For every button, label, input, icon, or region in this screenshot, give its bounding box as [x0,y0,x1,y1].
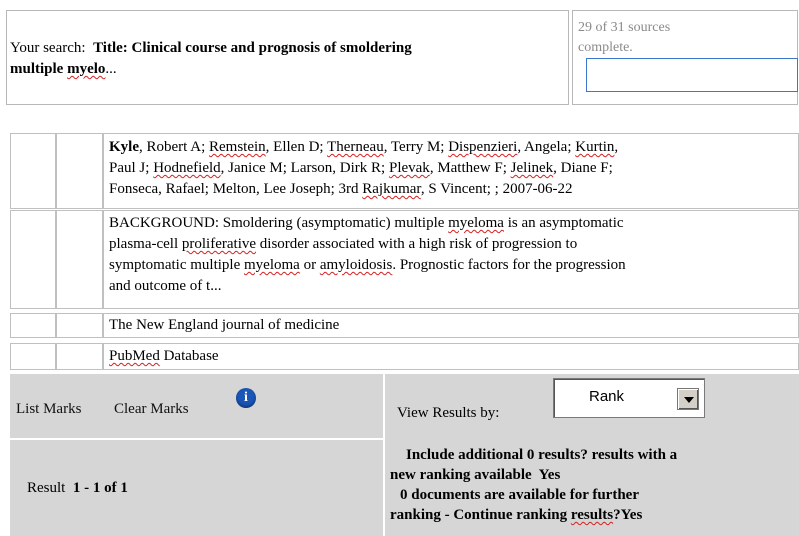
include-results-line: Include additional 0 results? results wi… [390,445,795,465]
author-name: Rajkumar [362,181,421,197]
author-name: Jelinek [510,160,554,176]
continue-ranking-word: results [570,507,614,523]
search-query-word-misspelled: myelo [67,61,106,77]
row-checkbox-cell[interactable] [56,210,103,309]
continue-ranking-text: 0 documents are available for further [400,487,639,503]
abstract-word: amyloidosis [319,257,393,273]
row-checkbox-cell[interactable] [56,343,103,370]
clear-marks-link[interactable]: Clear Marks [114,401,189,418]
abstract-text: is an asymptomatic [503,215,624,231]
controls-divider [383,374,385,536]
source-progress-text: 29 of 31 sources complete. [578,20,671,55]
author-name: Kyle [109,139,139,155]
author-text: , Angela; [517,139,576,155]
author-text: , S Vincent; ; 2007-06-22 [420,181,573,197]
result-count: Result 1 - 1 of 1 [27,480,128,497]
abstract-text: BACKGROUND: Smoldering (asymptomatic) mu… [109,215,449,231]
abstract-text: disorder associated with a high risk of … [256,236,578,252]
search-query-word: multiple [10,61,64,77]
author-name: Kurtin [575,139,615,155]
abstract-text: plasma-cell [109,236,182,252]
result-count-label: Result [27,480,66,496]
search-query: Clinical course and prognosis of smolder… [131,40,412,56]
include-results-text: new ranking available [390,467,532,483]
result-source: PubMed Database [103,343,799,370]
abstract-text: or [299,257,320,273]
search-summary-text: Your search: Title: Clinical course and … [10,38,560,80]
row-marker-cell [10,343,56,370]
search-title-label: Title: [93,40,128,56]
author-text: , Janice M; Larson, Dirk R; [220,160,389,176]
abstract-word: myeloma [448,215,504,231]
include-results-yes-link[interactable]: Yes [539,467,561,483]
author-text: Paul J; [109,160,154,176]
author-name: Plevak [388,160,430,176]
row-marker-cell [10,210,56,309]
author-text: Fonseca, Rafael; Melton, Lee Joseph; 3rd [109,181,363,197]
abstract-word: proliferative [181,236,257,252]
ranking-options: Include additional 0 results? results wi… [390,445,795,525]
source-name: PubMed [109,348,160,364]
include-results-line: new ranking available Yes [390,465,795,485]
continue-ranking-line: 0 documents are available for further [390,485,795,505]
author-name: Hodnefield [153,160,221,176]
status-input[interactable] [586,58,798,92]
author-name: Dispenzieri [448,139,518,155]
search-prefix: Your search: [10,40,86,56]
include-results-text: Include additional 0 results? results wi… [406,447,678,463]
controls-divider [10,438,383,440]
author-name: Remstein [209,139,266,155]
result-journal: The New England journal of medicine [103,313,799,338]
search-ellipsis: ... [105,61,117,77]
continue-ranking-text: ranking - Continue ranking [390,507,571,523]
author-name: Therneau [327,139,384,155]
author-text: , Matthew F; [429,160,511,176]
rank-selected-value: Rank [589,388,625,405]
continue-ranking-yes-link[interactable]: ?Yes [613,507,642,523]
author-text: , Ellen D; [265,139,328,155]
abstract-word: myeloma [244,257,300,273]
row-checkbox-cell[interactable] [56,133,103,209]
result-count-range: 1 - 1 of 1 [72,480,128,496]
author-text: , Robert A; [139,139,209,155]
row-marker-cell [10,313,56,338]
result-abstract: BACKGROUND: Smoldering (asymptomatic) mu… [103,210,799,309]
row-checkbox-cell[interactable] [56,313,103,338]
list-marks-link[interactable]: List Marks [16,401,81,418]
author-text: , Diane F; [553,160,613,176]
author-text: , [614,139,619,155]
row-marker-cell [10,133,56,209]
abstract-text: symptomatic multiple [109,257,244,273]
author-text: , Terry M; [383,139,449,155]
info-icon[interactable]: i [236,388,256,408]
continue-ranking-line: ranking - Continue ranking results?Yes [390,505,795,525]
abstract-text: and outcome of t... [109,278,222,294]
result-authors: Kyle, Robert A; Remstein, Ellen D; Thern… [103,133,799,209]
chevron-down-icon[interactable] [677,388,699,410]
abstract-text: . Prognostic factors for the progression [392,257,626,273]
source-text: Database [159,348,219,364]
view-results-label: View Results by: [397,405,500,421]
